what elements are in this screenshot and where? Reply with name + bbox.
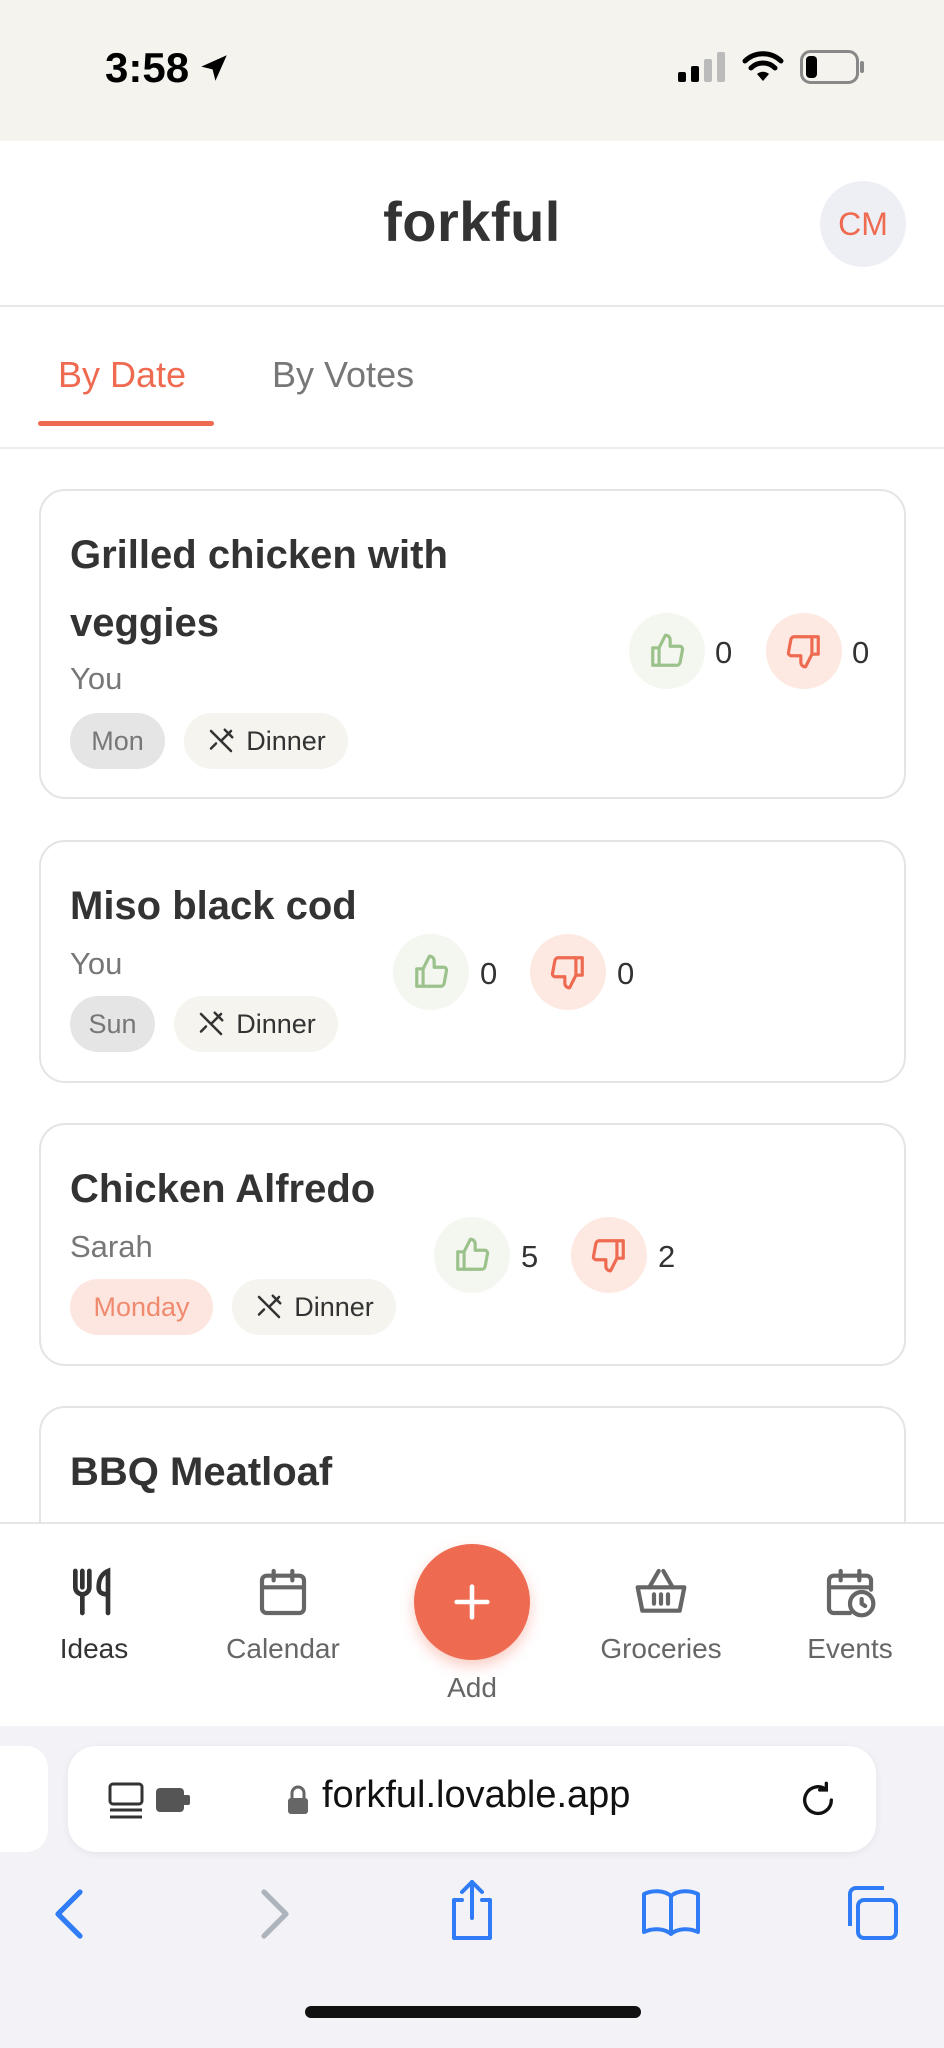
meal-author: You (70, 661, 123, 696)
basket-icon (635, 1568, 687, 1613)
home-indicator (305, 2006, 641, 2018)
day-badge: Monday (70, 1279, 213, 1335)
cellular-signal-icon (678, 52, 725, 82)
day-badge: Sun (70, 996, 155, 1052)
back-icon[interactable] (50, 1886, 90, 1942)
address-bar[interactable]: forkful.lovable.app (68, 1746, 876, 1852)
downvote-button[interactable] (571, 1217, 647, 1293)
meal-title-line: veggies (70, 601, 219, 645)
meal-author: You (70, 946, 123, 981)
meal-type-label: Dinner (246, 725, 326, 756)
avatar[interactable]: CM (820, 181, 906, 267)
upvote-button[interactable] (434, 1217, 510, 1293)
utensils-crossed-icon (257, 1294, 282, 1319)
app-header: forkful CM (0, 141, 944, 307)
lock-icon (288, 1785, 308, 1814)
downvote-count: 0 (617, 956, 635, 991)
previous-tab-peek[interactable] (0, 1746, 48, 1852)
upvote-count: 5 (521, 1239, 539, 1274)
battery-icon (800, 50, 864, 84)
status-time: 3:58 (105, 44, 231, 92)
app-title: forkful (383, 190, 561, 253)
upvote-button[interactable] (629, 613, 705, 689)
upvote-count: 0 (715, 635, 733, 670)
meal-title: Chicken Alfredo (70, 1167, 376, 1211)
active-tab-indicator (38, 421, 214, 426)
wifi-icon (742, 51, 784, 81)
reader-mode-icon[interactable] (108, 1780, 198, 1820)
forward-icon[interactable] (254, 1886, 294, 1942)
thumbs-down-icon (591, 1239, 625, 1273)
share-icon[interactable] (446, 1878, 498, 1942)
tab-by-date[interactable]: By Date (58, 354, 186, 396)
status-bar: 3:58 (0, 0, 944, 141)
utensils-crossed-icon (209, 728, 234, 753)
upvote-button[interactable] (393, 934, 469, 1010)
meal-type-label: Dinner (294, 1291, 374, 1322)
meal-card[interactable]: Chicken Alfredo Sarah Monday Dinner 5 2 (39, 1123, 906, 1366)
reload-icon[interactable] (798, 1780, 838, 1820)
calendar-clock-icon (826, 1568, 876, 1618)
meal-card[interactable]: Miso black cod You Sun Dinner 0 0 (39, 840, 906, 1083)
meal-type-badge: Dinner (184, 713, 348, 769)
nav-groceries[interactable]: Groceries (581, 1564, 741, 1665)
meal-type-badge: Dinner (232, 1279, 396, 1335)
upvote-count: 0 (480, 956, 498, 991)
thumbs-down-icon (786, 635, 820, 669)
nav-groceries-label: Groceries (600, 1633, 722, 1664)
nav-calendar[interactable]: Calendar (203, 1564, 363, 1665)
meal-card[interactable]: Grilled chicken with veggies You Mon Din… (39, 489, 906, 799)
url-text: forkful.lovable.app (322, 1774, 631, 1816)
add-label: Add (447, 1672, 497, 1703)
nav-calendar-label: Calendar (226, 1633, 340, 1664)
meal-title: BBQ Meatloaf (70, 1450, 333, 1494)
thumbs-up-icon (456, 1237, 490, 1271)
tabs-icon[interactable] (842, 1884, 900, 1942)
thumbs-down-icon (550, 956, 584, 990)
utensils-crossed-icon (199, 1011, 224, 1036)
nav-events-label: Events (807, 1633, 893, 1664)
status-icons (678, 50, 866, 84)
meal-title: Miso black cod (70, 884, 357, 928)
nav-events[interactable]: Events (770, 1564, 930, 1665)
browser-toolbar: forkful.lovable.app (0, 1726, 944, 2048)
downvote-count: 0 (852, 635, 870, 670)
location-arrow-icon (201, 55, 227, 81)
downvote-button[interactable] (530, 934, 606, 1010)
calendar-icon (259, 1568, 307, 1616)
thumbs-up-icon (415, 954, 449, 988)
nav-ideas[interactable]: Ideas (14, 1564, 174, 1665)
meal-type-badge: Dinner (174, 996, 338, 1052)
day-badge: Mon (70, 713, 165, 769)
bottom-nav: Ideas Calendar Add Groceries Events (0, 1522, 944, 1726)
meal-type-label: Dinner (236, 1008, 316, 1039)
nav-ideas-label: Ideas (59, 1633, 129, 1664)
plus-icon (454, 1584, 490, 1620)
clock-text: 3:58 (105, 44, 190, 91)
fork-knife-icon (73, 1567, 111, 1616)
downvote-button[interactable] (766, 613, 842, 689)
sort-tabs: By Date By Votes (0, 309, 944, 449)
meal-author: Sarah (70, 1229, 153, 1264)
meal-title: Grilled chicken with veggies (70, 521, 448, 657)
downvote-count: 2 (658, 1239, 676, 1274)
bookmarks-icon[interactable] (640, 1888, 702, 1938)
tab-by-votes[interactable]: By Votes (272, 354, 414, 396)
add-button[interactable] (414, 1544, 530, 1660)
thumbs-up-icon (651, 633, 685, 667)
meal-title-line: Grilled chicken with (70, 533, 448, 577)
